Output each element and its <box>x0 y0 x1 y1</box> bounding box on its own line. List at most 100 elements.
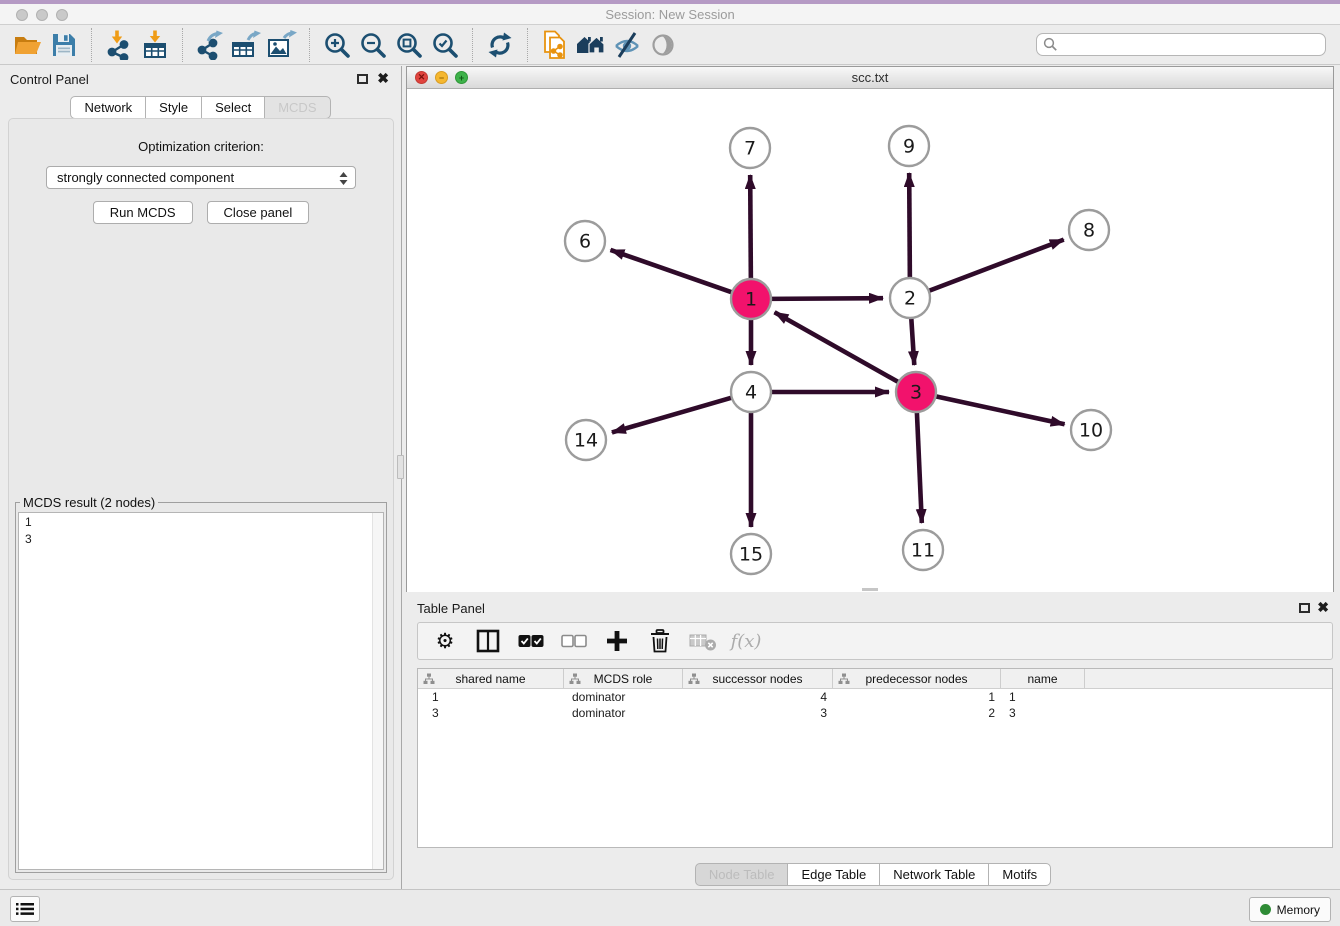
graph-edge[interactable] <box>909 173 910 280</box>
tab-node-table[interactable]: Node Table <box>695 863 789 886</box>
tab-motifs[interactable]: Motifs <box>988 863 1051 886</box>
graph-edge[interactable] <box>775 312 901 383</box>
network-canvas[interactable]: 1234678910111415 <box>407 90 1333 592</box>
table-cell[interactable]: 3 <box>683 706 833 720</box>
table-cell[interactable]: 3 <box>418 706 564 720</box>
export-table-icon[interactable] <box>228 28 264 62</box>
table-cell[interactable]: 2 <box>833 706 1001 720</box>
table-cell[interactable]: 1 <box>1001 690 1085 704</box>
float-icon[interactable] <box>357 74 368 84</box>
graph-node-label: 11 <box>911 540 935 562</box>
toolbar-separator <box>472 28 473 62</box>
column-header[interactable]: successor nodes <box>683 669 833 688</box>
graph-edge[interactable] <box>769 298 883 299</box>
search-input[interactable] <box>1036 33 1326 56</box>
toolbar-separator <box>182 28 183 62</box>
attribute-tree-icon <box>838 673 850 688</box>
attribute-tree-icon <box>423 673 435 688</box>
column-header-label: name <box>1027 672 1057 686</box>
zoom-in-icon[interactable] <box>319 28 355 62</box>
network-title: scc.txt <box>407 70 1333 85</box>
trash-icon[interactable] <box>646 627 674 655</box>
scrollbar[interactable] <box>372 513 383 869</box>
table-cell[interactable]: 3 <box>1001 706 1085 720</box>
mcds-panel: Optimization criterion: strongly connect… <box>8 118 394 880</box>
refresh-icon[interactable] <box>482 28 518 62</box>
show-all-icon[interactable] <box>645 28 681 62</box>
column-header[interactable]: predecessor nodes <box>833 669 1001 688</box>
settings-gear-icon[interactable]: ⚙ <box>431 627 459 655</box>
graph-edge[interactable] <box>934 396 1065 424</box>
list-icon <box>16 902 34 916</box>
toolbar-separator <box>309 28 310 62</box>
splitter-handle[interactable] <box>397 455 404 479</box>
memory-label: Memory <box>1277 903 1320 917</box>
table-cell[interactable]: dominator <box>564 706 683 720</box>
application-window: Session: New Session <box>0 0 1340 926</box>
graph-node-label: 1 <box>745 289 757 311</box>
import-table-icon[interactable] <box>137 28 173 62</box>
tab-network[interactable]: Network <box>70 96 146 119</box>
tab-edge-table[interactable]: Edge Table <box>787 863 880 886</box>
graph-edge[interactable] <box>927 240 1064 292</box>
criterion-value: strongly connected component <box>57 170 234 185</box>
mcds-result-line: 1 <box>25 514 377 531</box>
network-from-selection-icon[interactable] <box>537 28 573 62</box>
function-icon: f(x) <box>732 627 760 655</box>
tab-style[interactable]: Style <box>145 96 202 119</box>
table-cell[interactable]: 1 <box>833 690 1001 704</box>
tab-mcds[interactable]: MCDS <box>264 96 330 119</box>
columns-icon[interactable] <box>474 627 502 655</box>
column-header[interactable]: name <box>1001 669 1085 688</box>
main-titlebar: Session: New Session <box>0 0 1340 25</box>
table-cell[interactable]: 1 <box>418 690 564 704</box>
deselect-all-icon[interactable] <box>560 627 588 655</box>
home-icon[interactable] <box>573 28 609 62</box>
mcds-result-line: 3 <box>25 531 377 548</box>
table-row[interactable]: 1dominator411 <box>418 689 1332 705</box>
close-icon[interactable]: ✖ <box>1317 598 1329 616</box>
network-window-titlebar[interactable]: ✕ − + scc.txt <box>407 67 1333 89</box>
memory-button[interactable]: Memory <box>1249 897 1331 922</box>
hide-selected-icon[interactable] <box>609 28 645 62</box>
control-panel: Control Panel ✖ Network Style Select MCD… <box>0 66 402 889</box>
graph-edge[interactable] <box>917 410 922 523</box>
tab-select[interactable]: Select <box>201 96 265 119</box>
close-icon[interactable]: ✖ <box>377 69 389 87</box>
graph-edge[interactable] <box>911 316 914 365</box>
task-history-button[interactable] <box>10 896 40 922</box>
run-mcds-button[interactable]: Run MCDS <box>93 201 193 224</box>
graph-node-label: 9 <box>903 136 915 158</box>
criterion-select[interactable]: strongly connected component <box>46 166 356 189</box>
tab-network-table[interactable]: Network Table <box>879 863 989 886</box>
mcds-result-text[interactable]: 13 <box>18 512 384 870</box>
column-header[interactable]: shared name <box>418 669 564 688</box>
column-header[interactable]: MCDS role <box>564 669 683 688</box>
zoom-selected-icon[interactable] <box>427 28 463 62</box>
graph-edge[interactable] <box>750 175 751 281</box>
export-network-icon[interactable] <box>192 28 228 62</box>
node-table: shared nameMCDS rolesuccessor nodes prede… <box>417 668 1333 848</box>
close-panel-button[interactable]: Close panel <box>207 201 310 224</box>
graph-node-label: 6 <box>579 231 591 253</box>
add-icon[interactable] <box>603 627 631 655</box>
import-network-icon[interactable] <box>101 28 137 62</box>
control-panel-tabs: Network Style Select MCDS <box>0 96 401 119</box>
save-icon[interactable] <box>46 28 82 62</box>
table-cell[interactable]: 4 <box>683 690 833 704</box>
open-icon[interactable] <box>10 28 46 62</box>
zoom-out-icon[interactable] <box>355 28 391 62</box>
graph-edge[interactable] <box>610 250 734 293</box>
node-table-body: 1dominator4113dominator323 <box>418 689 1332 721</box>
horizontal-scroll-thumb[interactable] <box>862 588 878 591</box>
export-image-icon[interactable] <box>264 28 300 62</box>
table-cell[interactable]: dominator <box>564 690 683 704</box>
graph-node-label: 3 <box>910 382 922 404</box>
table-row[interactable]: 3dominator323 <box>418 705 1332 721</box>
column-header-label: predecessor nodes <box>865 672 967 686</box>
graph-edge[interactable] <box>612 397 734 432</box>
zoom-fit-icon[interactable] <box>391 28 427 62</box>
search-icon <box>1043 37 1058 57</box>
float-icon[interactable] <box>1299 603 1310 613</box>
select-all-icon[interactable] <box>517 627 545 655</box>
